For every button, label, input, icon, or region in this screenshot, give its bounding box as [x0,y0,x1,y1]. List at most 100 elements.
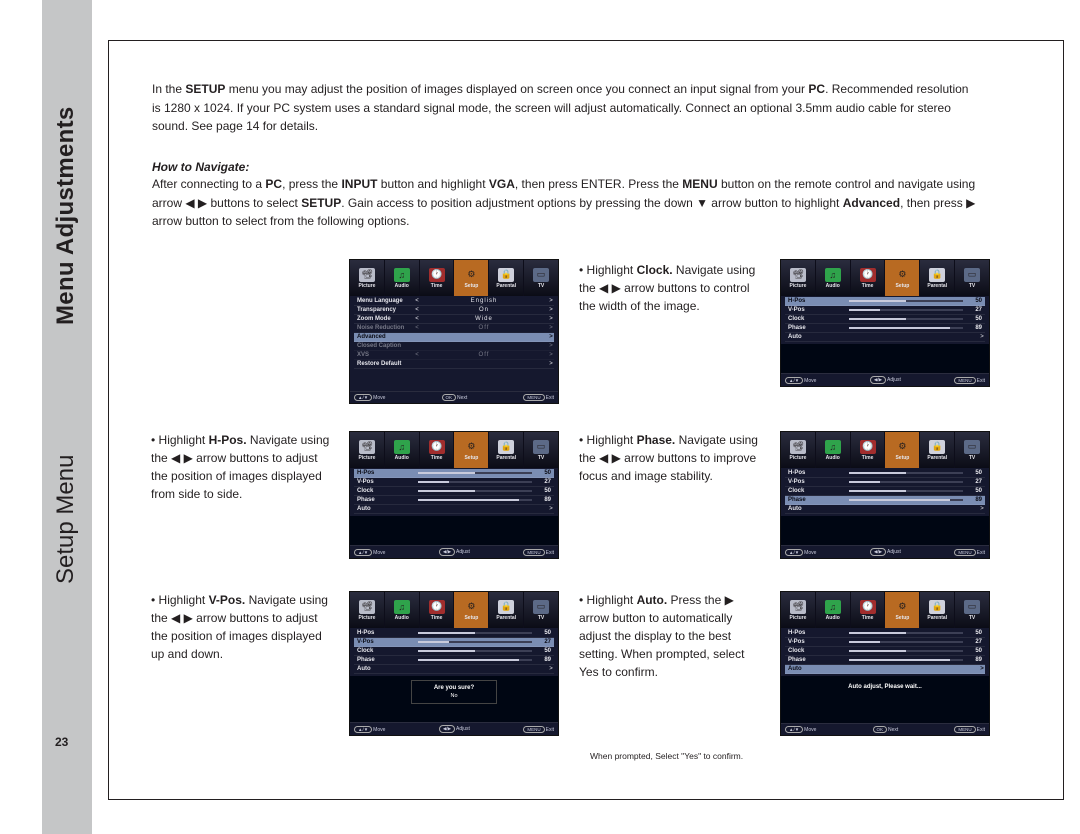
menu-row-auto: Auto> [785,333,985,342]
osd-tab-tv: ▭TV [524,432,558,468]
osd-tab-setup: ⚙Setup [885,592,920,628]
osd-tab-tv: ▭TV [524,592,558,628]
osd-tab-parental: 🔒Parental [920,592,955,628]
osd-tab-setup: ⚙Setup [454,432,489,468]
osd-hint-bar: ▲/▼MoveOKNextMENUExit [781,723,989,735]
osd-hint-bar: ▲/▼Move◀/▶AdjustMENUExit [350,722,558,735]
menu-row-clock: Clock50 [785,315,985,324]
osd-tab-picture: 📽Picture [350,432,385,468]
osd-tab-tv: ▭TV [955,432,989,468]
osd-tab-setup: ⚙Setup [885,432,920,468]
osd-tab-audio: ♫Audio [816,592,851,628]
menu-row-noise-reduction: Noise Reduction<Off> [354,324,554,333]
menu-row-clock: Clock50 [785,647,985,656]
osd-hint-bar: ▲/▼Move◀/▶AdjustMENUExit [781,545,989,558]
menu-row-h-pos: H-Pos50 [785,297,985,306]
osd-tab-time: 🕐Time [420,432,455,468]
caption-clock: • Highlight Clock. Navigate using the ◀ … [579,261,764,315]
osd-tab-audio: ♫Audio [385,592,420,628]
confirm-note: When prompted, Select "Yes" to confirm. [590,751,743,761]
caption-auto: • Highlight Auto. Press the ▶ arrow butt… [579,591,764,681]
picture-icon: 📽 [359,268,375,282]
menu-row-h-pos: H-Pos50 [354,469,554,478]
page-number: 23 [55,735,68,749]
osd-tab-picture: 📽Picture [781,592,816,628]
parental-icon: 🔒 [929,600,945,614]
auto-adjust-msg: Auto adjust, Please wait... [781,676,989,694]
menu-row-phase: Phase89 [785,324,985,333]
menu-row-auto: Auto> [785,505,985,514]
osd-vpos: 📽Picture♫Audio🕐Time⚙Setup🔒Parental▭TVH-P… [349,591,559,736]
menu-row-closed-caption: Closed Caption> [354,342,554,351]
audio-icon: ♫ [394,268,410,282]
menu-row-auto: Auto> [785,665,985,674]
osd-tab-audio: ♫Audio [385,432,420,468]
menu-row-clock: Clock50 [785,487,985,496]
menu-row-clock: Clock50 [354,647,554,656]
menu-row-phase: Phase89 [354,656,554,665]
caption-hpos: • Highlight H-Pos. Navigate using the ◀ … [151,431,336,503]
parental-icon: 🔒 [929,268,945,282]
picture-icon: 📽 [790,268,806,282]
menu-row-transparency: Transparency<On> [354,306,554,315]
how-to-navigate-heading: How to Navigate: [152,160,249,174]
menu-row-phase: Phase89 [785,496,985,505]
caption-vpos: • Highlight V-Pos. Navigate using the ◀ … [151,591,336,663]
menu-row-v-pos: V-Pos27 [354,478,554,487]
osd-tab-audio: ♫Audio [816,260,851,296]
parental-icon: 🔒 [929,440,945,454]
menu-row-xvs: XVS<Off> [354,351,554,360]
osd-tab-audio: ♫Audio [816,432,851,468]
parental-icon: 🔒 [498,440,514,454]
osd-tabs: 📽Picture♫Audio🕐Time⚙Setup🔒Parental▭TV [350,260,558,296]
menu-row-v-pos: V-Pos27 [785,306,985,315]
picture-icon: 📽 [790,440,806,454]
menu-row-v-pos: V-Pos27 [354,638,554,647]
how-to-navigate-body: After connecting to a PC, press the INPU… [152,175,977,231]
menu-row-zoom-mode: Zoom Mode<Wide> [354,315,554,324]
osd-tab-time: 🕐Time [851,260,886,296]
menu-row-phase: Phase89 [785,656,985,665]
setup-icon: ⚙ [463,600,479,614]
tv-icon: ▭ [964,440,980,454]
osd-tab-picture: 📽Picture [350,260,385,296]
osd-hint-bar: ▲/▼Move◀/▶AdjustMENUExit [350,545,558,558]
audio-icon: ♫ [394,600,410,614]
osd-tab-setup: ⚙Setup [885,260,920,296]
osd-tab-tv: ▭TV [955,592,989,628]
audio-icon: ♫ [825,600,841,614]
osd-auto: 📽Picture♫Audio🕐Time⚙Setup🔒Parental▭TVH-P… [780,591,990,736]
osd-tab-parental: 🔒Parental [920,260,955,296]
intro-paragraph: In the SETUP menu you may adjust the pos… [152,80,977,136]
setup-icon: ⚙ [463,268,479,282]
tv-icon: ▭ [533,440,549,454]
setup-icon: ⚙ [894,600,910,614]
osd-tab-picture: 📽Picture [350,592,385,628]
osd-tab-time: 🕐Time [851,592,886,628]
osd-tab-parental: 🔒Parental [920,432,955,468]
tv-icon: ▭ [964,600,980,614]
parental-icon: 🔒 [498,600,514,614]
menu-row-h-pos: H-Pos50 [354,629,554,638]
osd-tab-tv: ▭TV [524,260,558,296]
time-icon: 🕐 [860,440,876,454]
osd-tab-parental: 🔒Parental [489,432,524,468]
menu-row-auto: Auto> [354,665,554,674]
tv-icon: ▭ [533,600,549,614]
osd-tab-setup: ⚙Setup [454,592,489,628]
osd-tab-time: 🕐Time [420,260,455,296]
osd-tab-parental: 🔒Parental [489,260,524,296]
tv-icon: ▭ [533,268,549,282]
osd-hint-bar: ▲/▼Move◀/▶AdjustMENUExit [781,373,989,386]
caption-phase: • Highlight Phase. Navigate using the ◀ … [579,431,764,485]
osd-tab-parental: 🔒Parental [489,592,524,628]
audio-icon: ♫ [825,268,841,282]
osd-tab-time: 🕐Time [420,592,455,628]
tv-icon: ▭ [964,268,980,282]
audio-icon: ♫ [394,440,410,454]
menu-row-phase: Phase89 [354,496,554,505]
menu-row-restore-default: Restore Default> [354,360,554,369]
osd-tab-setup: ⚙Setup [454,260,489,296]
menu-row-h-pos: H-Pos50 [785,629,985,638]
osd-hint-bar: ▲/▼MoveOKNextMENUExit [350,391,558,403]
